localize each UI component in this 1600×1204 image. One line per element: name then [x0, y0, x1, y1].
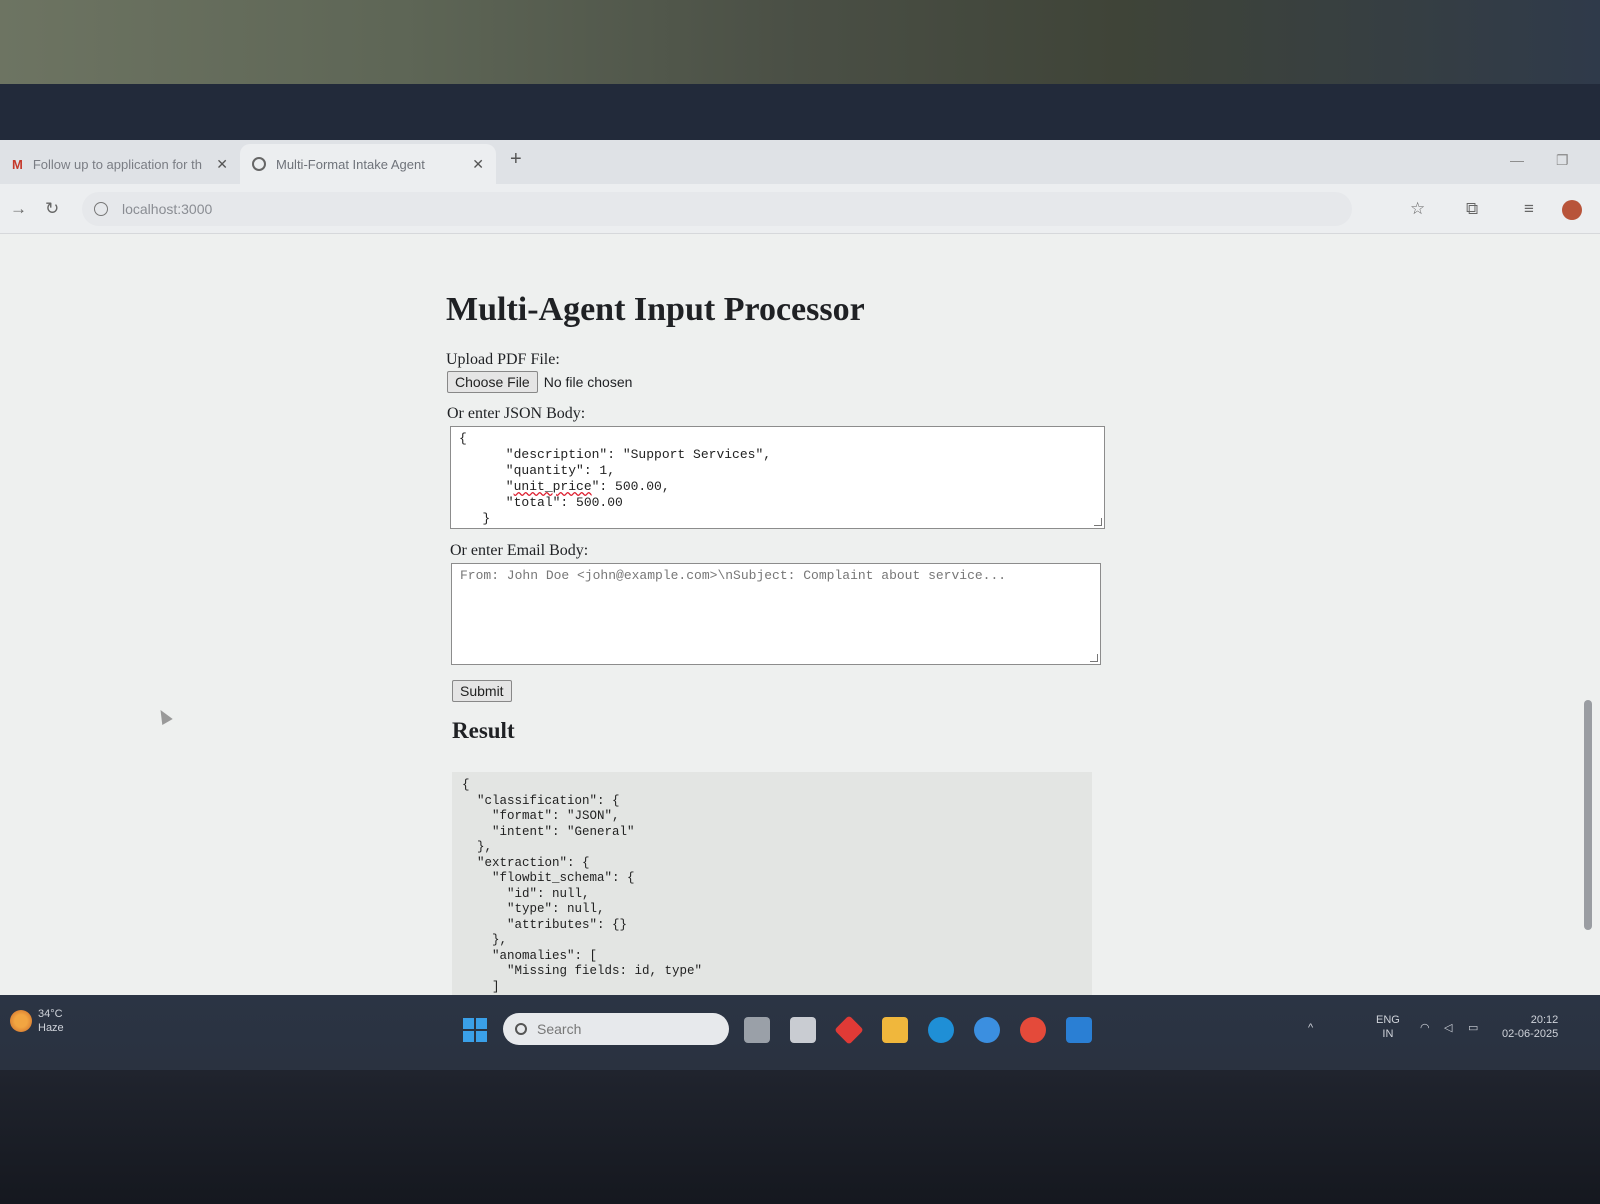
- page-content: Multi-Agent Input Processor Upload PDF F…: [0, 235, 1600, 1002]
- clock[interactable]: 20:12 02-06-2025: [1502, 1013, 1558, 1041]
- page-title: Multi-Agent Input Processor: [446, 291, 865, 328]
- restore-icon[interactable]: ❐: [1556, 152, 1569, 169]
- search-placeholder: Search: [537, 1021, 582, 1037]
- wifi-icon[interactable]: ◠: [1420, 1021, 1430, 1035]
- page-scrollbar[interactable]: [1584, 700, 1592, 930]
- gmail-icon: M: [12, 156, 23, 172]
- tab-gmail[interactable]: M Follow up to application for th ✕: [0, 144, 240, 184]
- weather-widget[interactable]: 34°C Haze: [10, 1007, 64, 1035]
- file-status: No file chosen: [543, 374, 633, 390]
- close-tab-icon[interactable]: ✕: [216, 156, 228, 173]
- tab-strip: M Follow up to application for th ✕ Mult…: [0, 140, 1600, 184]
- close-tab-icon[interactable]: ✕: [472, 156, 484, 173]
- pdf-upload-label: Upload PDF File:: [446, 351, 560, 368]
- git-icon[interactable]: [834, 1015, 864, 1045]
- chevron-up-icon[interactable]: ^: [1308, 1021, 1313, 1035]
- clock-time: 20:12: [1530, 1014, 1559, 1026]
- tab-label: Follow up to application for th: [32, 156, 202, 172]
- taskbar: 34°C Haze Search ^ ENG IN ◠ ◁ ▭ 20:12 02…: [0, 995, 1600, 1070]
- language-indicator[interactable]: ENG IN: [1376, 1013, 1400, 1041]
- browser-toolbar: → ↻ localhost:3000 ☆ ⧉ ≡: [0, 184, 1600, 234]
- json-line: ": [459, 479, 514, 494]
- tab-intake-agent[interactable]: Multi-Format Intake Agent ✕: [240, 144, 496, 184]
- result-heading: Result: [452, 718, 515, 743]
- globe-icon: [252, 157, 266, 171]
- mouse-cursor: [155, 706, 173, 726]
- site-info-icon[interactable]: [94, 202, 108, 216]
- minimize-icon[interactable]: —: [1510, 152, 1524, 168]
- clock-date: 02-06-2025: [1502, 1028, 1559, 1040]
- result-output: { "classification": { "format": "JSON", …: [452, 772, 1092, 1002]
- task-view-icon[interactable]: [744, 1017, 770, 1043]
- file-input: Choose File No file chosen: [447, 371, 632, 393]
- weather-temp: 34°C: [38, 1008, 63, 1020]
- json-line: ": 500.00,: [591, 479, 670, 494]
- submit-button[interactable]: Submit: [452, 680, 512, 702]
- bookmark-star-icon[interactable]: ☆: [1410, 199, 1425, 219]
- email-placeholder: From: John Doe <john@example.com>\nSubje…: [460, 568, 1007, 583]
- json-line: {: [459, 431, 467, 446]
- volume-icon[interactable]: ◁: [1444, 1021, 1452, 1035]
- resize-grip[interactable]: [1090, 654, 1098, 662]
- monitor-bezel-bottom: [0, 1070, 1600, 1204]
- new-tab-button[interactable]: +: [510, 148, 522, 171]
- region-code: IN: [1382, 1028, 1394, 1040]
- monitor-bezel-top: [0, 84, 1600, 140]
- windows-start-icon[interactable]: [463, 1018, 487, 1042]
- json-line: "total": 500.00: [459, 495, 623, 510]
- help-icon[interactable]: [974, 1017, 1000, 1043]
- json-body-textarea[interactable]: { "description": "Support Services", "qu…: [450, 426, 1105, 529]
- extensions-icon[interactable]: ⧉: [1466, 199, 1478, 219]
- vscode-icon[interactable]: [1066, 1017, 1092, 1043]
- lang-code: ENG: [1376, 1014, 1400, 1026]
- screen: M Follow up to application for th ✕ Mult…: [0, 140, 1600, 1070]
- email-body-label: Or enter Email Body:: [450, 542, 589, 559]
- address-bar[interactable]: localhost:3000: [82, 192, 1352, 226]
- email-body-textarea[interactable]: From: John Doe <john@example.com>\nSubje…: [451, 563, 1101, 665]
- search-icon: [515, 1023, 527, 1035]
- tab-label: Multi-Format Intake Agent: [276, 156, 425, 172]
- background-wall: [0, 0, 1600, 88]
- profile-avatar[interactable]: [1562, 200, 1582, 220]
- choose-file-button[interactable]: Choose File: [447, 371, 538, 393]
- misspelled-word: unit_price: [513, 479, 592, 494]
- weather-desc: Haze: [38, 1022, 64, 1034]
- forward-icon[interactable]: →: [10, 199, 27, 219]
- url-text: localhost:3000: [122, 201, 213, 217]
- edge-icon[interactable]: [928, 1017, 954, 1043]
- resize-grip[interactable]: [1094, 518, 1102, 526]
- media-queue-icon[interactable]: ≡: [1524, 199, 1534, 219]
- chrome-icon[interactable]: [1020, 1017, 1046, 1043]
- json-line: }: [459, 511, 491, 526]
- file-explorer-icon[interactable]: [882, 1017, 908, 1043]
- taskbar-search[interactable]: Search: [503, 1013, 729, 1045]
- weather-sun-icon: [10, 1010, 32, 1032]
- json-line: "quantity": 1,: [459, 463, 616, 478]
- json-body-label: Or enter JSON Body:: [447, 405, 586, 422]
- reload-icon[interactable]: ↻: [45, 199, 59, 219]
- store-icon[interactable]: [790, 1017, 816, 1043]
- battery-icon[interactable]: ▭: [1468, 1021, 1478, 1035]
- submit-wrapper: Submit: [452, 680, 512, 702]
- json-line: "description": "Support Services",: [459, 447, 772, 462]
